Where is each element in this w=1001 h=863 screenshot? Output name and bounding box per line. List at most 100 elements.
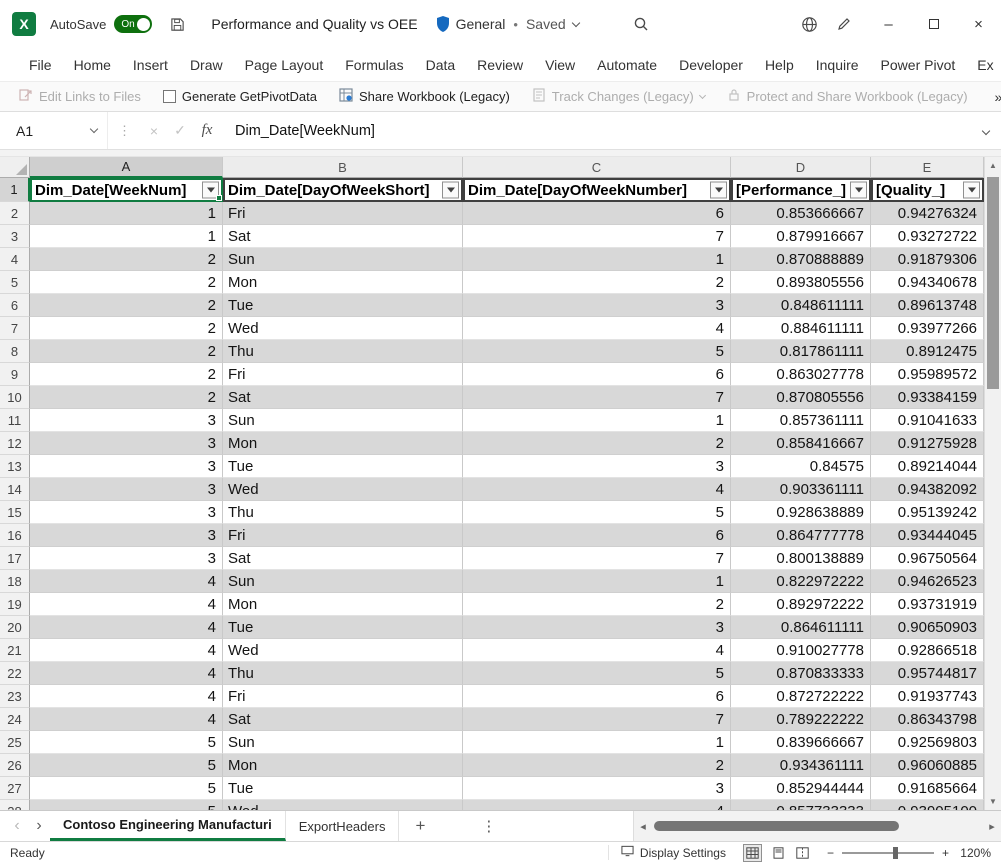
insert-function-icon[interactable]: fx (193, 122, 221, 139)
cell[interactable]: 7 (463, 708, 731, 731)
page-layout-view-button[interactable] (772, 847, 785, 859)
cell[interactable]: 0.857361111 (731, 409, 871, 432)
page-break-view-button[interactable] (796, 847, 809, 859)
cell[interactable]: Thu (223, 662, 463, 685)
cell[interactable]: 0.93977266 (871, 317, 984, 340)
cell[interactable]: 0.93731919 (871, 593, 984, 616)
formula-input[interactable]: Dim_Date[WeekNum] (221, 123, 971, 139)
sensitivity-label[interactable]: General (456, 16, 506, 32)
cell[interactable]: 7 (463, 225, 731, 248)
cell[interactable]: 6 (463, 524, 731, 547)
display-settings-button[interactable]: Display Settings (608, 845, 726, 860)
cell[interactable]: 0.870805556 (731, 386, 871, 409)
cell[interactable]: 3 (30, 524, 223, 547)
cell[interactable]: 3 (463, 294, 731, 317)
cell[interactable]: 3 (463, 455, 731, 478)
search-icon[interactable] (633, 16, 649, 32)
zoom-out-button[interactable]: − (827, 846, 834, 860)
cell[interactable]: 0.839666667 (731, 731, 871, 754)
cell[interactable]: 0.879916667 (731, 225, 871, 248)
cell-b1[interactable]: Dim_Date[DayOfWeekShort] (223, 178, 463, 202)
cell[interactable]: Sun (223, 731, 463, 754)
cell-d1[interactable]: [Performance_] (731, 178, 871, 202)
row-header[interactable]: 20 (0, 616, 30, 639)
cell-a1[interactable]: Dim_Date[WeekNum] (30, 178, 223, 202)
add-sheet-button[interactable]: + (415, 816, 425, 836)
cell[interactable]: Wed (223, 800, 463, 810)
filter-dropdown-icon[interactable] (442, 182, 459, 199)
row-header[interactable]: 16 (0, 524, 30, 547)
scroll-down-icon[interactable]: ▼ (985, 793, 1001, 810)
cell[interactable]: 0.96060885 (871, 754, 984, 777)
filter-dropdown-icon[interactable] (850, 182, 867, 199)
cell[interactable]: 0.884611111 (731, 317, 871, 340)
cell[interactable]: 5 (30, 777, 223, 800)
pen-icon[interactable] (836, 16, 852, 32)
row-header[interactable]: 14 (0, 478, 30, 501)
row-header[interactable]: 28 (0, 800, 30, 810)
tab-view[interactable]: View (534, 48, 586, 81)
cell[interactable]: 2 (463, 593, 731, 616)
row-header[interactable]: 12 (0, 432, 30, 455)
cell[interactable]: 0.90650903 (871, 616, 984, 639)
cell[interactable]: 2 (30, 386, 223, 409)
cell[interactable]: Fri (223, 363, 463, 386)
save-status[interactable]: Saved (526, 16, 566, 32)
cell[interactable]: Tue (223, 616, 463, 639)
cell[interactable]: Sun (223, 248, 463, 271)
cell[interactable]: 0.89214044 (871, 455, 984, 478)
cell[interactable]: 5 (463, 501, 731, 524)
cell[interactable]: Fri (223, 685, 463, 708)
maximize-button[interactable] (911, 0, 956, 48)
cell-c1[interactable]: Dim_Date[DayOfWeekNumber] (463, 178, 731, 202)
cell[interactable]: 0.93444045 (871, 524, 984, 547)
horizontal-scroll-track[interactable] (652, 820, 983, 832)
scroll-left-icon[interactable]: ◂ (634, 820, 652, 833)
cell[interactable]: 0.91275928 (871, 432, 984, 455)
tab-power-pivot[interactable]: Power Pivot (870, 48, 967, 81)
zoom-slider-thumb[interactable] (893, 847, 898, 859)
cell[interactable]: 2 (463, 754, 731, 777)
cell[interactable]: 1 (463, 731, 731, 754)
cell[interactable]: 0.852944444 (731, 777, 871, 800)
normal-view-button[interactable] (744, 845, 761, 861)
cell[interactable]: 5 (463, 340, 731, 363)
tab-developer[interactable]: Developer (668, 48, 754, 81)
tab-draw[interactable]: Draw (179, 48, 234, 81)
cell[interactable]: 6 (463, 363, 731, 386)
cell[interactable]: Sun (223, 409, 463, 432)
cell[interactable]: 5 (30, 800, 223, 810)
column-header-d[interactable]: D (731, 157, 871, 178)
cell[interactable]: 0.91041633 (871, 409, 984, 432)
cell[interactable]: 4 (30, 685, 223, 708)
cell[interactable]: 3 (463, 616, 731, 639)
horizontal-scrollbar[interactable]: ◂ ▸ (633, 811, 1001, 841)
cell[interactable]: 0.94276324 (871, 202, 984, 225)
cell[interactable]: 2 (30, 271, 223, 294)
vertical-scroll-thumb[interactable] (987, 177, 999, 389)
cell[interactable]: 0.96750564 (871, 547, 984, 570)
cell[interactable]: 0.872722222 (731, 685, 871, 708)
cell[interactable]: 5 (30, 754, 223, 777)
tab-review[interactable]: Review (466, 48, 534, 81)
cell[interactable]: 0.92866518 (871, 639, 984, 662)
cell[interactable]: 3 (463, 777, 731, 800)
cell[interactable]: 6 (463, 685, 731, 708)
zoom-slider[interactable] (842, 852, 934, 854)
cell[interactable]: 0.800138889 (731, 547, 871, 570)
tab-insert[interactable]: Insert (122, 48, 179, 81)
cell[interactable]: 0.95139242 (871, 501, 984, 524)
cell[interactable]: 0.857733333 (731, 800, 871, 810)
cell[interactable]: 3 (30, 501, 223, 524)
cell[interactable]: 4 (463, 478, 731, 501)
cell[interactable]: 1 (463, 570, 731, 593)
chevron-down-icon[interactable] (571, 18, 579, 26)
cell[interactable]: 0.94626523 (871, 570, 984, 593)
row-header[interactable]: 8 (0, 340, 30, 363)
cell[interactable]: 0.93272722 (871, 225, 984, 248)
protect-share-workbook-button[interactable]: Protect and Share Workbook (Legacy) (718, 88, 977, 105)
tab-file[interactable]: File (18, 48, 63, 81)
cell[interactable]: Wed (223, 317, 463, 340)
cell[interactable]: 0.910027778 (731, 639, 871, 662)
cell[interactable]: 0.93384159 (871, 386, 984, 409)
